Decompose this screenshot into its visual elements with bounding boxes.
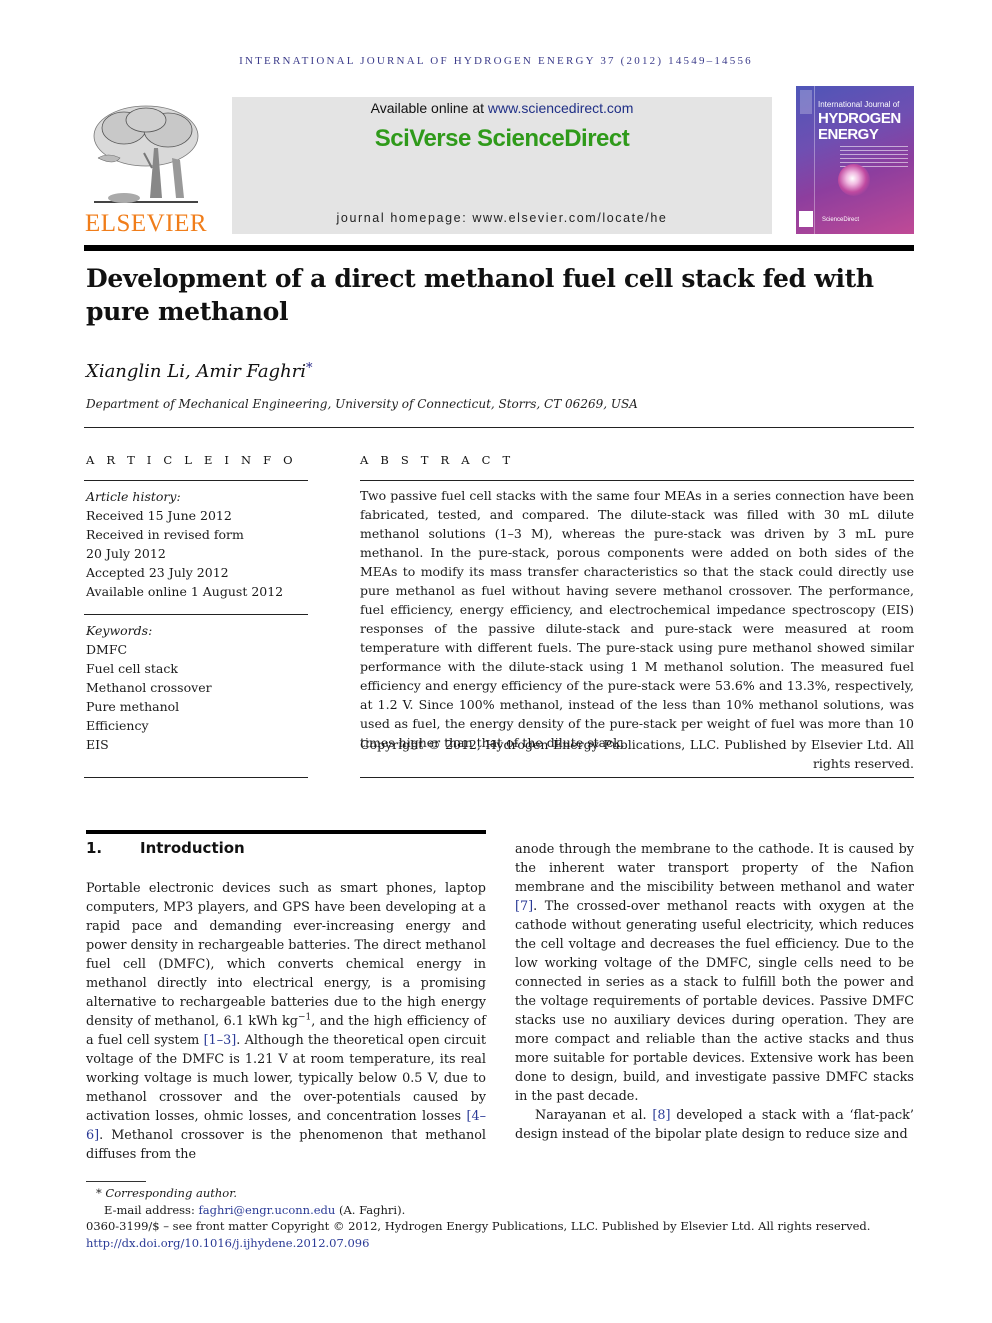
history-item: 20 July 2012	[86, 546, 166, 561]
section-title: Introduction	[140, 839, 245, 857]
paragraph: Narayanan et al. [8] developed a stack w…	[515, 1106, 914, 1144]
doi-link[interactable]: http://dx.doi.org/10.1016/j.ijhydene.201…	[86, 1235, 916, 1252]
keywords-heading: Keywords:	[86, 623, 153, 638]
abstract-copyright: Copyright © 2012, Hydrogen Energy Public…	[360, 737, 914, 771]
cover-title-line-1: HYDROGEN	[818, 110, 901, 127]
email-link[interactable]: faghri@engr.uconn.edu	[198, 1203, 335, 1217]
superscript: −1	[297, 1012, 312, 1023]
cover-journal-title: HYDROGEN ENERGY	[818, 111, 901, 143]
article-title: Development of a direct methanol fuel ce…	[86, 264, 874, 326]
article-history-heading: Article history:	[86, 489, 181, 504]
abstract-heading: A B S T R A C T	[360, 453, 515, 467]
section-number: 1.	[86, 839, 103, 857]
paragraph-text: . Methanol crossover is the phenomenon t…	[86, 1128, 486, 1162]
cover-journal-prefix: International Journal of	[818, 100, 900, 109]
cover-sciencedirect-label: ScienceDirect	[822, 217, 860, 223]
email-suffix: (A. Faghri).	[335, 1202, 406, 1217]
divider	[84, 777, 308, 778]
history-item: Received 15 June 2012	[86, 508, 232, 523]
divider	[360, 480, 914, 481]
article-history: Article history: Received 15 June 2012 R…	[86, 487, 308, 601]
article-info-heading: A R T I C L E I N F O	[86, 453, 297, 467]
abstract-body: Two passive fuel cell stacks with the sa…	[360, 488, 914, 750]
keyword-item: Efficiency	[86, 718, 149, 733]
author-names: Xianglin Li, Amir Faghri	[86, 361, 307, 382]
corresponding-author-note: * Corresponding author.	[96, 1186, 238, 1200]
keyword-item: Fuel cell stack	[86, 661, 178, 676]
paragraph-text: anode through the membrane to the cathod…	[515, 842, 914, 895]
paragraph: Portable electronic devices such as smar…	[86, 879, 486, 1164]
footnotes: * Corresponding author. E-mail address: …	[86, 1185, 916, 1251]
cover-publisher-mark-icon	[800, 90, 812, 114]
running-header: INTERNATIONAL JOURNAL OF HYDROGEN ENERGY…	[239, 55, 753, 67]
paragraph: anode through the membrane to the cathod…	[515, 840, 914, 1106]
corresponding-author-marker[interactable]: *	[306, 361, 313, 376]
author-list: Xianglin Li, Amir Faghri*	[86, 361, 313, 382]
cover-stripe	[814, 86, 815, 234]
paragraph-text: . The crossed-over methanol reacts with …	[515, 899, 914, 1104]
available-online-label: Available online at	[370, 100, 488, 116]
email-note: E-mail address: faghri@engr.uconn.edu (A…	[86, 1202, 916, 1219]
footnote-rule	[86, 1181, 146, 1182]
keyword-item: EIS	[86, 737, 109, 752]
cover-orb-graphic-icon	[838, 164, 870, 196]
history-item: Available online 1 August 2012	[86, 584, 284, 599]
sciverse-sciencedirect-logo: SciVerse ScienceDirect	[374, 125, 630, 152]
cover-badge-icon	[799, 211, 813, 227]
masthead-rule	[84, 245, 914, 251]
section-heading-introduction: 1. Introduction	[86, 839, 245, 857]
body-column-right: anode through the membrane to the cathod…	[515, 840, 914, 1144]
cover-title-line-2: ENERGY	[818, 126, 879, 143]
divider	[84, 614, 308, 615]
body-column-left: Portable electronic devices such as smar…	[86, 879, 486, 1164]
history-item: Accepted 23 July 2012	[86, 565, 229, 580]
front-matter-note: 0360-3199/$ – see front matter Copyright…	[86, 1219, 871, 1233]
divider	[84, 427, 914, 428]
email-label: E-mail address:	[104, 1202, 199, 1217]
keywords-list: Keywords: DMFC Fuel cell stack Methanol …	[86, 621, 308, 754]
sciencedirect-link[interactable]: www.sciencedirect.com	[488, 100, 634, 116]
history-item: Received in revised form	[86, 527, 244, 542]
journal-homepage-link[interactable]: journal homepage: www.elsevier.com/locat…	[232, 211, 772, 225]
section-rule	[86, 830, 486, 834]
citation-link[interactable]: [1–3]	[204, 1033, 237, 1048]
divider	[84, 480, 308, 481]
elsevier-wordmark: ELSEVIER	[84, 210, 208, 237]
author-affiliation: Department of Mechanical Engineering, Un…	[86, 397, 638, 411]
keyword-item: Methanol crossover	[86, 680, 212, 695]
paragraph-text: Portable electronic devices such as smar…	[86, 881, 486, 1029]
citation-link[interactable]: [7]	[515, 899, 533, 914]
keyword-item: DMFC	[86, 642, 128, 657]
available-online-line: Available online at www.sciencedirect.co…	[232, 100, 772, 116]
paragraph-text: Narayanan et al.	[535, 1108, 653, 1123]
keyword-item: Pure methanol	[86, 699, 180, 714]
journal-cover-image: International Journal of HYDROGEN ENERGY…	[796, 86, 914, 234]
citation-link[interactable]: [8]	[652, 1108, 670, 1123]
divider	[360, 777, 914, 778]
